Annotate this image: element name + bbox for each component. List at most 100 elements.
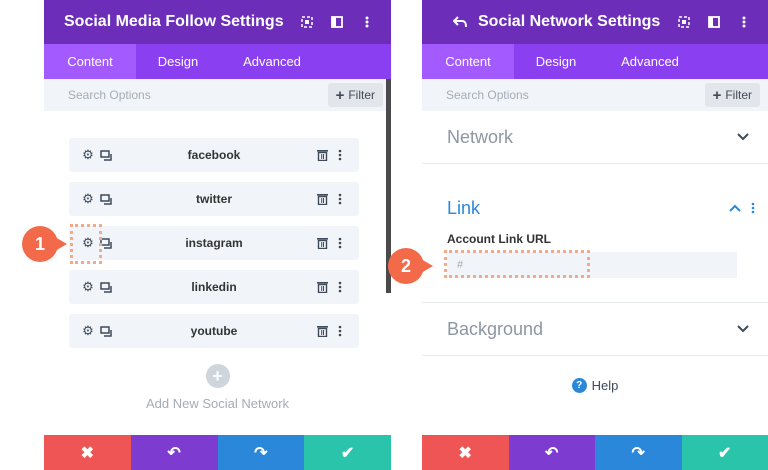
more-options-icon[interactable] bbox=[331, 146, 349, 164]
duplicate-icon[interactable] bbox=[97, 190, 115, 208]
cancel-button[interactable]: ✖ bbox=[422, 435, 509, 470]
close-icon: ✖ bbox=[458, 444, 472, 462]
screenshot-root: Social Media Follow Settings Content Des… bbox=[0, 0, 768, 470]
chevron-down-icon bbox=[734, 320, 752, 338]
trash-icon[interactable] bbox=[313, 278, 331, 296]
search-bar: Search Options + Filter bbox=[422, 79, 768, 111]
search-input[interactable]: Search Options bbox=[68, 88, 328, 102]
tab-content[interactable]: Content bbox=[422, 44, 514, 79]
undo-button[interactable]: ↶ bbox=[508, 435, 595, 470]
tab-design[interactable]: Design bbox=[136, 44, 220, 79]
gear-icon[interactable]: ⚙ bbox=[79, 322, 97, 340]
check-icon: ✔ bbox=[340, 444, 355, 462]
plus-icon: + bbox=[712, 86, 722, 104]
duplicate-icon[interactable] bbox=[97, 278, 115, 296]
callout-one: 1 bbox=[22, 226, 67, 262]
network-section-header[interactable]: Network bbox=[447, 111, 752, 163]
redo-icon: ↷ bbox=[631, 444, 645, 462]
more-options-icon[interactable] bbox=[331, 234, 349, 252]
close-icon: ✖ bbox=[80, 444, 95, 462]
split-view-icon[interactable] bbox=[702, 10, 726, 34]
add-network-label[interactable]: Add New Social Network bbox=[44, 396, 391, 411]
network-section: Network bbox=[422, 111, 768, 164]
filter-button[interactable]: + Filter bbox=[327, 83, 383, 107]
duplicate-icon[interactable] bbox=[97, 322, 115, 340]
tab-advanced[interactable]: Advanced bbox=[598, 44, 702, 79]
expand-icon[interactable] bbox=[295, 10, 319, 34]
panel-tabs: Content Design Advanced bbox=[422, 44, 768, 79]
highlight-url-field bbox=[444, 250, 590, 278]
redo-button[interactable]: ↷ bbox=[595, 435, 682, 470]
trash-icon[interactable] bbox=[313, 234, 331, 252]
highlight-gear bbox=[70, 224, 102, 264]
help-label: Help bbox=[591, 378, 619, 393]
undo-icon: ↶ bbox=[545, 444, 559, 462]
panel-title: Social Media Follow Settings bbox=[64, 13, 284, 30]
more-options-icon[interactable] bbox=[744, 199, 762, 217]
help-link[interactable]: ? Help bbox=[422, 378, 768, 393]
list-item: ⚙ facebook bbox=[69, 138, 359, 172]
panel-title: Social Network Settings bbox=[478, 13, 661, 30]
list-item: ⚙ linkedin bbox=[69, 270, 359, 304]
link-section: Link Account Link URL # bbox=[422, 164, 768, 303]
social-network-settings-panel: Social Network Settings Content Design A… bbox=[422, 0, 768, 470]
duplicate-icon[interactable] bbox=[97, 146, 115, 164]
trash-icon[interactable] bbox=[313, 146, 331, 164]
background-section: Background bbox=[422, 303, 768, 356]
action-bar: ✖ ↶ ↷ ✔ bbox=[422, 435, 768, 470]
expand-icon[interactable] bbox=[672, 10, 696, 34]
more-options-icon[interactable] bbox=[331, 190, 349, 208]
chevron-down-icon bbox=[734, 128, 752, 146]
filter-button[interactable]: + Filter bbox=[704, 83, 760, 107]
redo-icon: ↷ bbox=[254, 444, 268, 462]
add-network: + Add New Social Network bbox=[44, 364, 391, 411]
network-label: linkedin bbox=[191, 280, 237, 294]
undo-icon: ↶ bbox=[167, 444, 181, 462]
tab-content[interactable]: Content bbox=[44, 44, 136, 79]
gear-icon[interactable]: ⚙ bbox=[79, 278, 97, 296]
tab-advanced[interactable]: Advanced bbox=[220, 44, 324, 79]
help-icon: ? bbox=[571, 378, 587, 393]
list-item: ⚙ youtube bbox=[69, 314, 359, 348]
network-label: youtube bbox=[190, 324, 238, 338]
trash-icon[interactable] bbox=[313, 322, 331, 340]
panel-header: Social Media Follow Settings bbox=[44, 0, 391, 44]
section-title: Background bbox=[447, 318, 544, 339]
search-input[interactable]: Search Options bbox=[446, 88, 705, 102]
undo-button[interactable]: ↶ bbox=[130, 435, 218, 470]
gear-icon[interactable]: ⚙ bbox=[79, 190, 97, 208]
save-button[interactable]: ✔ bbox=[304, 435, 391, 470]
section-title: Link bbox=[447, 197, 481, 218]
save-button[interactable]: ✔ bbox=[681, 435, 768, 470]
more-options-icon[interactable] bbox=[355, 10, 379, 34]
check-icon: ✔ bbox=[718, 444, 732, 462]
more-options-icon[interactable] bbox=[732, 10, 756, 34]
chevron-up-icon bbox=[726, 199, 744, 217]
section-title: Network bbox=[447, 126, 514, 147]
trash-icon[interactable] bbox=[313, 190, 331, 208]
back-arrow-icon[interactable] bbox=[448, 10, 472, 34]
filter-label: Filter bbox=[725, 88, 752, 102]
filter-label: Filter bbox=[348, 88, 375, 102]
panel-header: Social Network Settings bbox=[422, 0, 768, 44]
action-bar: ✖ ↶ ↷ ✔ bbox=[44, 435, 391, 470]
link-section-header[interactable]: Link bbox=[447, 164, 755, 234]
more-options-icon[interactable] bbox=[331, 322, 349, 340]
network-label: twitter bbox=[196, 192, 232, 206]
redo-button[interactable]: ↷ bbox=[217, 435, 305, 470]
tab-design[interactable]: Design bbox=[514, 44, 598, 79]
add-network-button[interactable]: + bbox=[205, 364, 230, 388]
more-options-icon[interactable] bbox=[331, 278, 349, 296]
gear-icon[interactable]: ⚙ bbox=[79, 146, 97, 164]
network-label: facebook bbox=[187, 148, 241, 162]
list-item: ⚙ instagram bbox=[69, 226, 359, 260]
callout-two: 2 bbox=[388, 248, 433, 284]
account-link-url-label: Account Link URL bbox=[447, 232, 551, 246]
search-bar: Search Options + Filter bbox=[44, 79, 391, 111]
list-item: ⚙ twitter bbox=[69, 182, 359, 216]
network-label: instagram bbox=[185, 236, 243, 250]
split-view-icon[interactable] bbox=[325, 10, 349, 34]
background-section-header[interactable]: Background bbox=[447, 303, 752, 355]
cancel-button[interactable]: ✖ bbox=[44, 435, 131, 470]
plus-icon: + bbox=[335, 86, 345, 104]
